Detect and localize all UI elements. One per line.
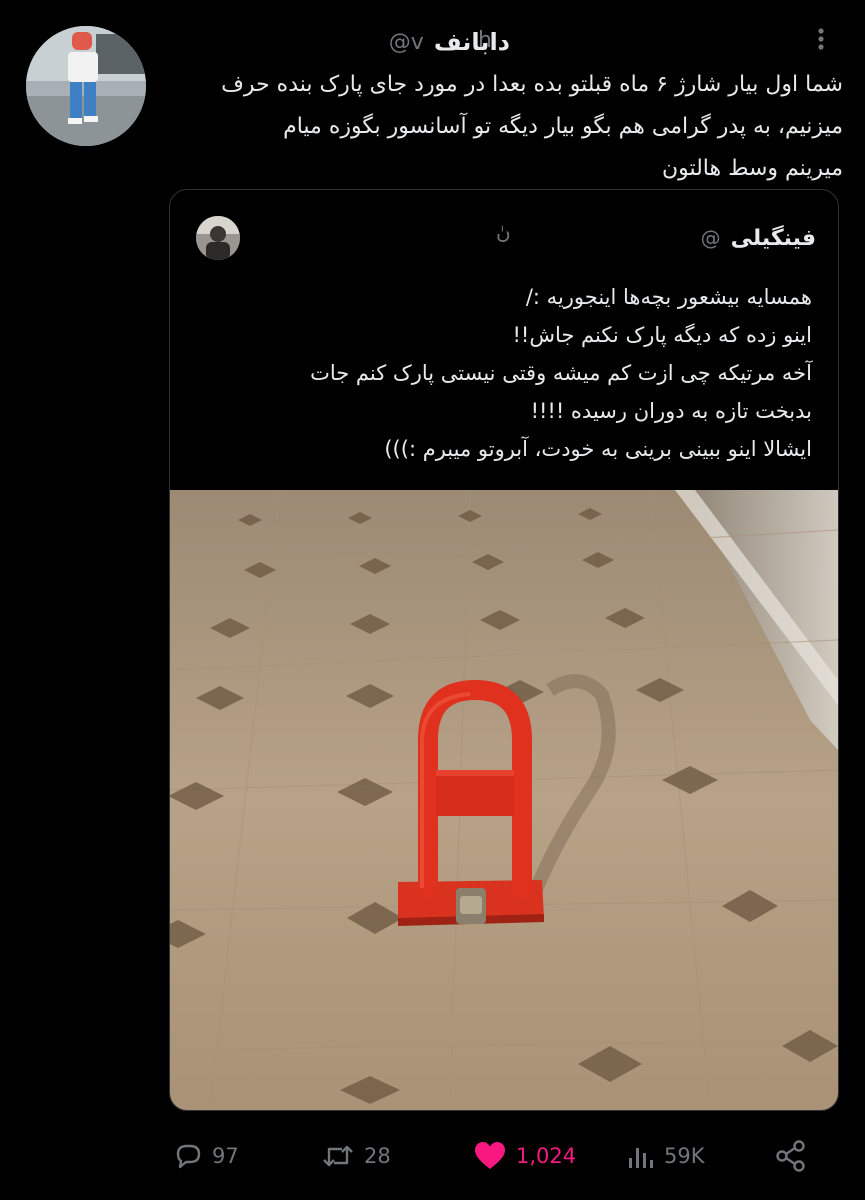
- author-handle-tail: h: [478, 28, 492, 53]
- retweet-button[interactable]: 28: [320, 1132, 391, 1180]
- tweet-actions: 97 28 1,024 59K: [0, 1132, 865, 1180]
- views-button[interactable]: 59K: [626, 1132, 705, 1180]
- quote-author-handle-tail: ںٰ: [496, 220, 511, 244]
- quote-author-avatar[interactable]: [196, 216, 240, 260]
- share-button[interactable]: [774, 1132, 808, 1180]
- share-icon: [776, 1140, 805, 1172]
- tweet-text: شما اول بیار شارژ ۶ ماه قبلتو بده بعدا د…: [221, 72, 843, 181]
- quote-text: همسایه بیشعور بچه‌ها اینجوریه :/ اینو زد…: [310, 285, 812, 461]
- quote-header: فینگیلی @: [701, 216, 816, 260]
- retweet-icon: [323, 1145, 353, 1167]
- reply-button[interactable]: 97: [172, 1132, 239, 1180]
- reply-icon: [176, 1144, 201, 1169]
- quote-avatar-photo: [196, 216, 240, 260]
- quoted-tweet[interactable]: فینگیلی @ ںٰ همسایه بیشعور بچه‌ها اینجور…: [169, 189, 839, 1111]
- like-count: 1,024: [516, 1144, 577, 1168]
- more-icon[interactable]: [808, 24, 834, 54]
- quote-author-handle[interactable]: @: [701, 226, 721, 250]
- retweet-count: 28: [364, 1144, 391, 1168]
- author-handle[interactable]: @v: [389, 30, 424, 55]
- quote-author-name[interactable]: فینگیلی: [731, 226, 816, 251]
- heart-icon: [475, 1142, 505, 1169]
- parking-barrier-photo[interactable]: [170, 490, 838, 1110]
- views-icon: [629, 1148, 653, 1168]
- views-count: 59K: [664, 1144, 705, 1168]
- avatar-photo: [26, 26, 146, 146]
- author-avatar[interactable]: [26, 26, 146, 146]
- reply-count: 97: [212, 1144, 239, 1168]
- like-button[interactable]: 1,024: [472, 1132, 576, 1180]
- author-name[interactable]: دابانف: [434, 28, 510, 56]
